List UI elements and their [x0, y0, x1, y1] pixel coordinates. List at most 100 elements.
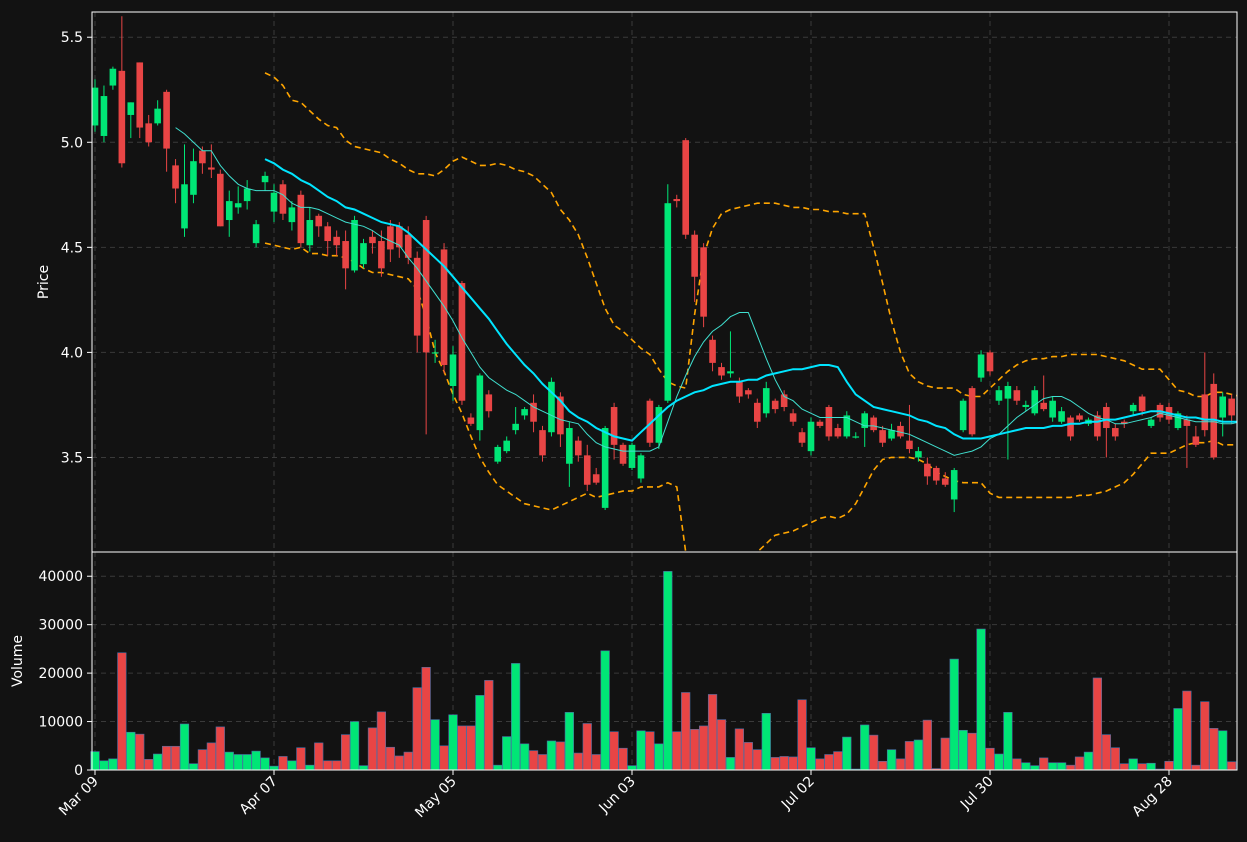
volume-bar	[1128, 758, 1138, 771]
candle-body	[485, 394, 493, 412]
candle-body	[682, 140, 689, 235]
volume-bar	[126, 731, 136, 771]
volume-bar	[162, 745, 172, 771]
volume-bar	[269, 765, 279, 771]
candle-body	[736, 381, 743, 397]
candle-body	[915, 451, 922, 458]
volume-bar	[913, 739, 923, 771]
volume-bar	[922, 719, 932, 771]
candle-body	[628, 444, 636, 468]
volume-bar	[457, 725, 467, 771]
candle-body	[476, 375, 484, 431]
candle-body	[512, 423, 519, 431]
candle-body	[959, 400, 967, 431]
price-tick-label: 5.0	[61, 135, 83, 151]
candle-body	[924, 463, 931, 477]
candle-body	[369, 236, 376, 244]
candle-body	[1049, 400, 1056, 418]
volume-bar	[502, 736, 512, 771]
volume-bar	[564, 712, 574, 771]
volume-bar	[170, 745, 181, 771]
candle-body	[933, 467, 940, 481]
candle-body	[208, 167, 215, 170]
candle-body	[745, 390, 752, 395]
volume-bar	[904, 741, 915, 771]
volume-bar	[323, 760, 333, 771]
volume-bar	[403, 751, 413, 771]
chart-canvas: 3.5 4.0 4.5 5.0 5.5 Price 0 10000 20000 30000 40…	[0, 0, 1247, 842]
candle-body	[261, 175, 269, 183]
volume-bar	[215, 726, 225, 771]
volume-bar	[1218, 730, 1228, 771]
candle-body	[252, 224, 260, 244]
candle-body	[789, 413, 797, 422]
volume-bar	[967, 732, 977, 771]
volume-bar	[690, 729, 700, 771]
volume-bar	[1083, 751, 1094, 771]
candle-body	[906, 440, 913, 450]
volume-bar	[511, 663, 521, 771]
candle-body	[1022, 404, 1030, 408]
price-tick-label: 4.5	[61, 240, 83, 256]
volume-bar	[1173, 708, 1183, 771]
volume-bar	[600, 650, 610, 771]
volume-bar	[197, 749, 208, 771]
volume-bar	[1021, 762, 1031, 771]
candle-body	[754, 402, 761, 422]
candle-body	[1094, 415, 1101, 437]
candle-body	[879, 430, 886, 443]
candle-body	[575, 440, 582, 456]
volume-bar	[179, 723, 190, 771]
volume-bar	[698, 725, 709, 771]
volume-bar	[770, 757, 780, 771]
volume-bar	[1137, 763, 1147, 771]
candle-body	[977, 354, 985, 378]
candle-body	[1219, 396, 1226, 418]
volume-bar	[645, 731, 655, 771]
volume-bar	[591, 754, 601, 771]
candle-body	[1201, 394, 1209, 431]
candle-body	[592, 474, 600, 483]
candle-body	[771, 400, 779, 410]
candle-body	[333, 236, 340, 246]
candle-body	[172, 165, 179, 189]
volume-bar	[1146, 762, 1156, 771]
candle-body	[1228, 398, 1235, 416]
candle-body	[566, 428, 573, 464]
candle-body	[422, 220, 430, 353]
volume-bar	[206, 742, 216, 771]
volume-bar	[573, 752, 583, 771]
candle-body	[431, 352, 439, 354]
volume-bar	[314, 742, 324, 771]
volume-bar	[985, 747, 995, 771]
volume-bar	[958, 729, 968, 771]
volume-bar	[117, 652, 127, 771]
candle-body	[351, 220, 358, 271]
volume-bar	[1092, 677, 1102, 771]
volume-bar	[519, 743, 530, 771]
volume-bar	[672, 731, 682, 771]
volume-bar	[1012, 758, 1022, 771]
volume-bar	[135, 733, 145, 771]
volume-bar	[869, 734, 879, 771]
volume-bar	[99, 760, 109, 771]
volume-bar	[1200, 701, 1210, 771]
candle-body	[619, 444, 627, 464]
candle-body	[378, 241, 385, 269]
candle-body	[1013, 390, 1021, 401]
volume-bar	[332, 760, 342, 771]
candle-body	[234, 203, 242, 208]
candle-body	[1004, 386, 1012, 399]
candle-body	[413, 257, 421, 336]
volume-bar	[1209, 728, 1219, 771]
volume-bar	[743, 742, 753, 771]
volume-bar	[1182, 690, 1192, 771]
volume-bar	[842, 736, 852, 771]
volume-bar	[1164, 760, 1174, 771]
volume-bar	[1119, 763, 1129, 771]
volume-bar	[493, 764, 503, 771]
volume-bar	[305, 764, 315, 771]
candle-body	[986, 352, 994, 372]
candle-body	[199, 150, 206, 164]
candle-body	[154, 108, 161, 124]
